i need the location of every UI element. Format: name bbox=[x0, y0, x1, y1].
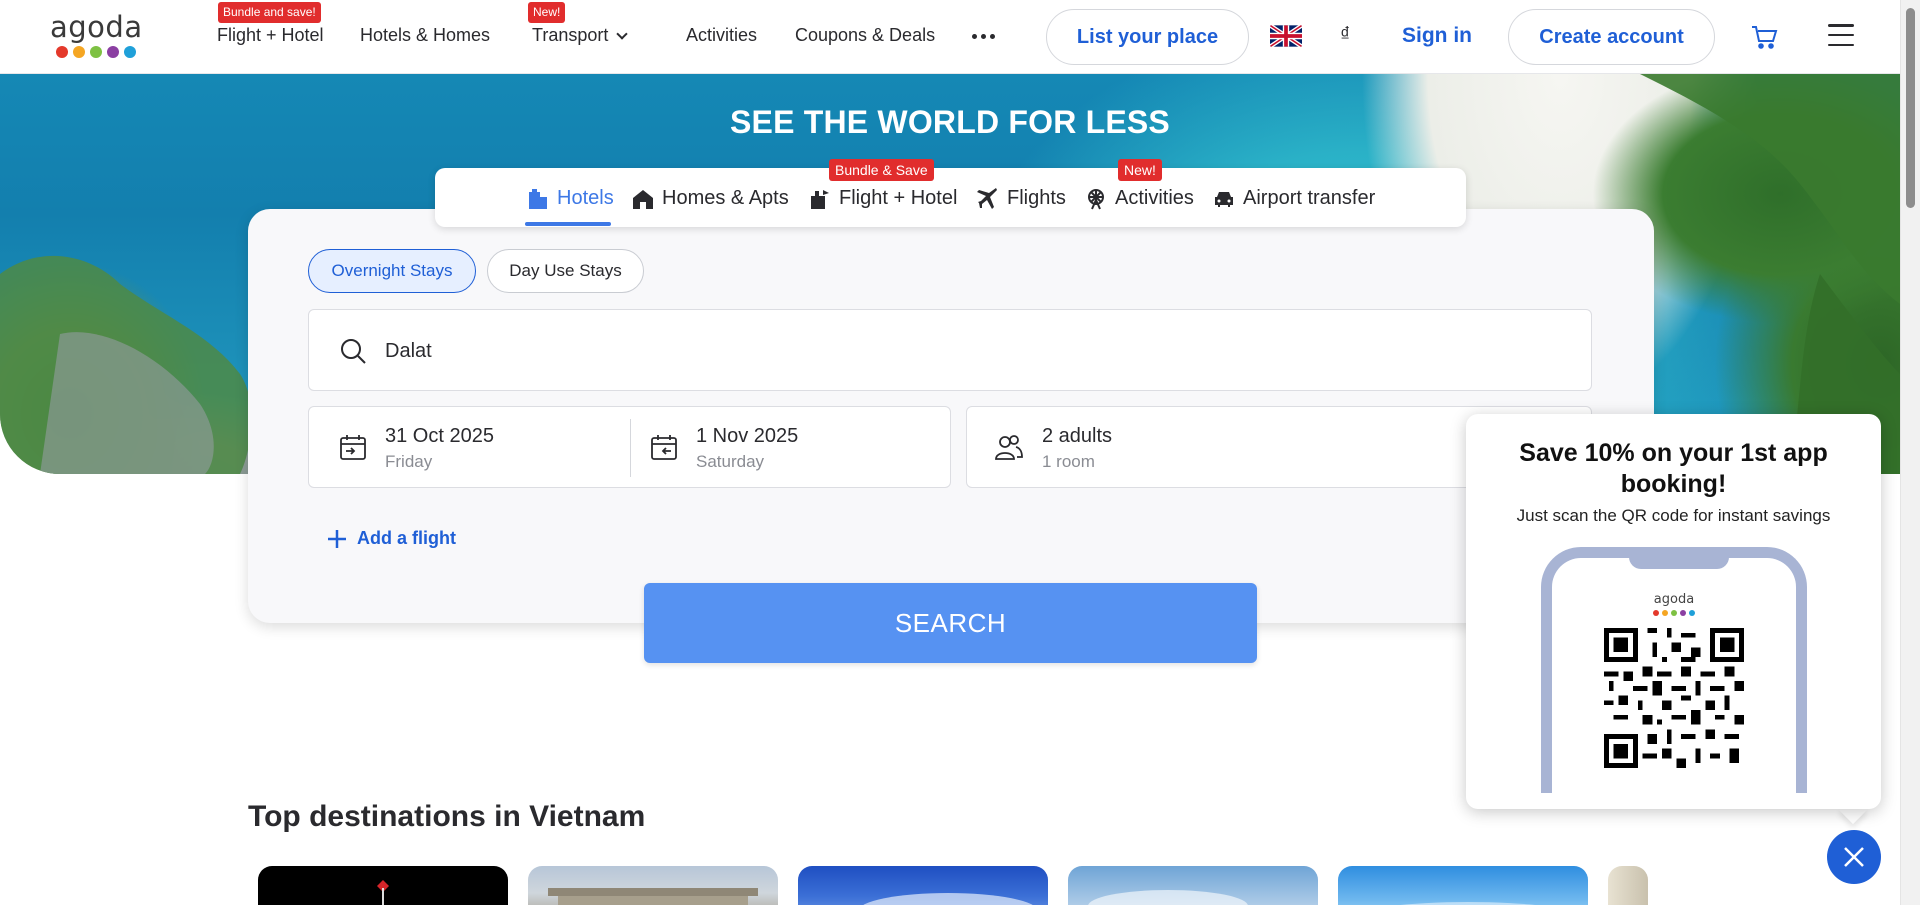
overnight-stays-toggle[interactable]: Overnight Stays bbox=[308, 249, 476, 293]
add-flight-link[interactable]: Add a flight bbox=[327, 528, 456, 549]
destination-image bbox=[1088, 890, 1248, 905]
flight-hotel-icon bbox=[811, 189, 829, 209]
add-flight-label: Add a flight bbox=[357, 528, 456, 548]
top-header: agoda Bundle and save! Flight + Hotel Ho… bbox=[0, 0, 1900, 74]
plus-icon bbox=[328, 529, 346, 548]
tab-homes-apts[interactable]: Homes & Apts bbox=[632, 187, 789, 210]
check-out-date: 1 Nov 2025 bbox=[696, 425, 799, 447]
nav-flight-hotel[interactable]: Flight + Hotel bbox=[217, 25, 324, 46]
destination-value: Dalat bbox=[385, 340, 432, 362]
tab-activities-label: Activities bbox=[1115, 187, 1194, 209]
qr-code[interactable] bbox=[1604, 628, 1744, 768]
phone-logo-dots bbox=[1552, 610, 1796, 616]
hamburger-menu-icon[interactable] bbox=[1828, 24, 1854, 46]
adults-count: 2 adults bbox=[1042, 425, 1113, 447]
close-promo-button[interactable] bbox=[1827, 830, 1881, 884]
activities-new-badge: New! bbox=[1118, 159, 1162, 181]
ferris-wheel-icon bbox=[1088, 188, 1104, 209]
promo-title: Save 10% on your 1st app booking! bbox=[1519, 439, 1828, 498]
bundle-save-badge: Bundle & Save bbox=[829, 159, 934, 181]
nav-transport[interactable]: Transport bbox=[532, 25, 629, 46]
phone-logo-text: agoda bbox=[1653, 592, 1695, 607]
list-your-place-button[interactable]: List your place bbox=[1046, 9, 1249, 65]
app-promo-popup: Save 10% on your 1st app booking! Just s… bbox=[1466, 414, 1881, 809]
close-icon bbox=[1844, 847, 1864, 867]
day-use-stays-toggle[interactable]: Day Use Stays bbox=[487, 249, 644, 293]
search-icon bbox=[341, 339, 366, 364]
tab-flight-hotel[interactable]: Flight + Hotel bbox=[809, 187, 957, 210]
tab-hotels-label: Hotels bbox=[557, 187, 614, 209]
destination-card[interactable] bbox=[258, 866, 508, 905]
active-tab-indicator bbox=[525, 222, 611, 226]
check-in-day: Friday bbox=[385, 452, 433, 471]
airplane-icon bbox=[977, 187, 997, 209]
tab-homes-apts-label: Homes & Apts bbox=[662, 187, 789, 209]
hero-title: SEE THE WORLD FOR LESS bbox=[730, 104, 1170, 140]
destination-image bbox=[863, 893, 1033, 905]
logo-text: agoda bbox=[50, 10, 143, 44]
agoda-logo[interactable]: agoda bbox=[50, 12, 142, 62]
currency-selector[interactable]: ₫ bbox=[1340, 24, 1350, 47]
destination-card[interactable] bbox=[1338, 866, 1588, 905]
destination-image bbox=[377, 880, 389, 905]
more-menu-icon[interactable] bbox=[972, 34, 995, 39]
new-badge: New! bbox=[528, 2, 566, 23]
phone-notch bbox=[1629, 547, 1729, 569]
tab-flights-label: Flights bbox=[1007, 187, 1066, 209]
nav-hotels-homes[interactable]: Hotels & Homes bbox=[360, 25, 490, 46]
hotel-icon bbox=[529, 188, 547, 209]
uk-flag-icon[interactable] bbox=[1270, 25, 1302, 47]
destination-card[interactable] bbox=[1068, 866, 1318, 905]
top-destinations-title: Top destinations in Vietnam bbox=[248, 800, 646, 833]
search-button[interactable]: SEARCH bbox=[644, 583, 1257, 663]
product-tabs: Hotels Homes & Apts Flight + Hotel Fligh… bbox=[435, 168, 1466, 227]
home-icon bbox=[633, 189, 653, 209]
tab-flights[interactable]: Flights bbox=[977, 187, 1066, 210]
destination-card[interactable] bbox=[798, 866, 1048, 905]
check-out-day: Saturday bbox=[696, 452, 765, 471]
calendar-checkin-icon bbox=[340, 435, 366, 460]
tab-hotels[interactable]: Hotels bbox=[527, 187, 614, 210]
date-range-picker[interactable]: 31 Oct 2025 Friday 1 Nov 2025 Saturday bbox=[308, 406, 951, 488]
destination-card[interactable] bbox=[1608, 866, 1648, 905]
date-divider bbox=[630, 419, 631, 477]
logo-dots bbox=[50, 46, 142, 58]
bundle-badge: Bundle and save! bbox=[218, 2, 321, 23]
people-icon bbox=[995, 435, 1023, 460]
tab-flight-hotel-label: Flight + Hotel bbox=[839, 187, 958, 209]
destination-image bbox=[1399, 902, 1537, 905]
scrollbar-thumb[interactable] bbox=[1906, 8, 1915, 208]
tab-airport-transfer[interactable]: Airport transfer bbox=[1213, 187, 1375, 210]
calendar-checkout-icon bbox=[651, 435, 677, 460]
nav-transport-label: Transport bbox=[532, 25, 609, 45]
phone-illustration: agoda bbox=[1541, 547, 1807, 793]
destination-card[interactable] bbox=[528, 866, 778, 905]
chevron-down-icon bbox=[616, 28, 629, 40]
rooms-count: 1 room bbox=[1042, 452, 1095, 471]
destination-input[interactable]: Dalat bbox=[308, 309, 1592, 391]
check-in-date: 31 Oct 2025 bbox=[385, 425, 494, 447]
nav-coupons-deals[interactable]: Coupons & Deals bbox=[795, 25, 935, 46]
car-icon bbox=[1215, 191, 1233, 207]
tab-airport-transfer-label: Airport transfer bbox=[1243, 187, 1376, 209]
destination-image bbox=[548, 888, 758, 905]
sign-in-link[interactable]: Sign in bbox=[1402, 24, 1472, 48]
create-account-button[interactable]: Create account bbox=[1508, 9, 1715, 65]
cart-icon[interactable] bbox=[1750, 24, 1778, 50]
tab-activities[interactable]: Activities bbox=[1085, 187, 1194, 210]
promo-subtitle: Just scan the QR code for instant saving… bbox=[1516, 506, 1831, 525]
nav-activities[interactable]: Activities bbox=[686, 25, 757, 46]
page-scrollbar[interactable] bbox=[1900, 0, 1920, 905]
